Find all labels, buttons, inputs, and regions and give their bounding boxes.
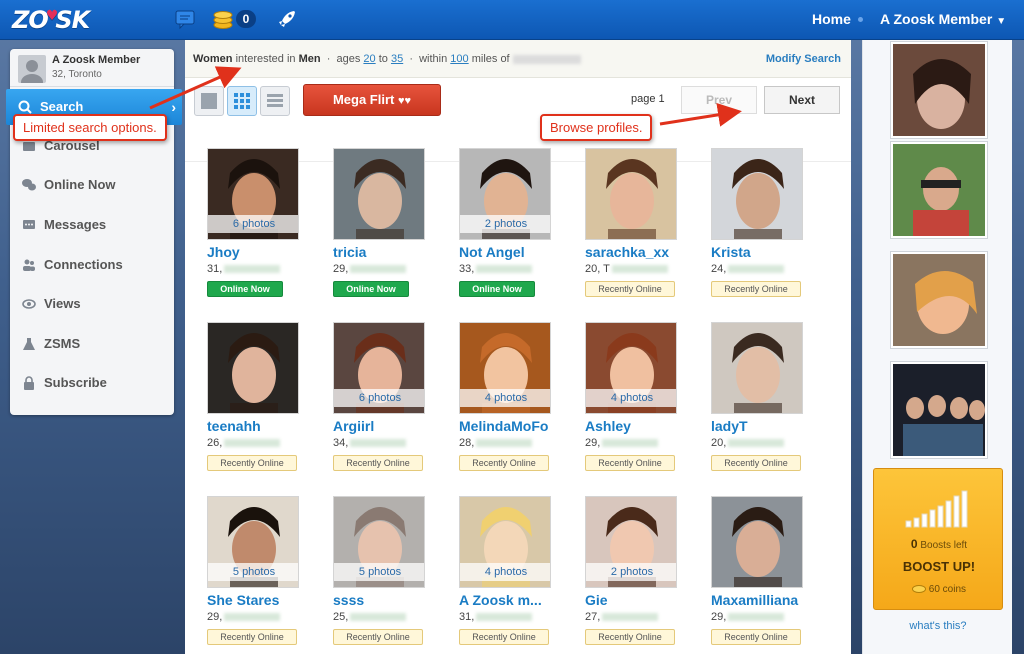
annotation-arrow [149, 66, 242, 110]
annotation-arrow [659, 102, 742, 127]
browse-annotation: Browse profiles. [540, 114, 653, 141]
search-annotation: Limited search options. [13, 114, 167, 141]
annotation-arrows [149, 66, 742, 127]
